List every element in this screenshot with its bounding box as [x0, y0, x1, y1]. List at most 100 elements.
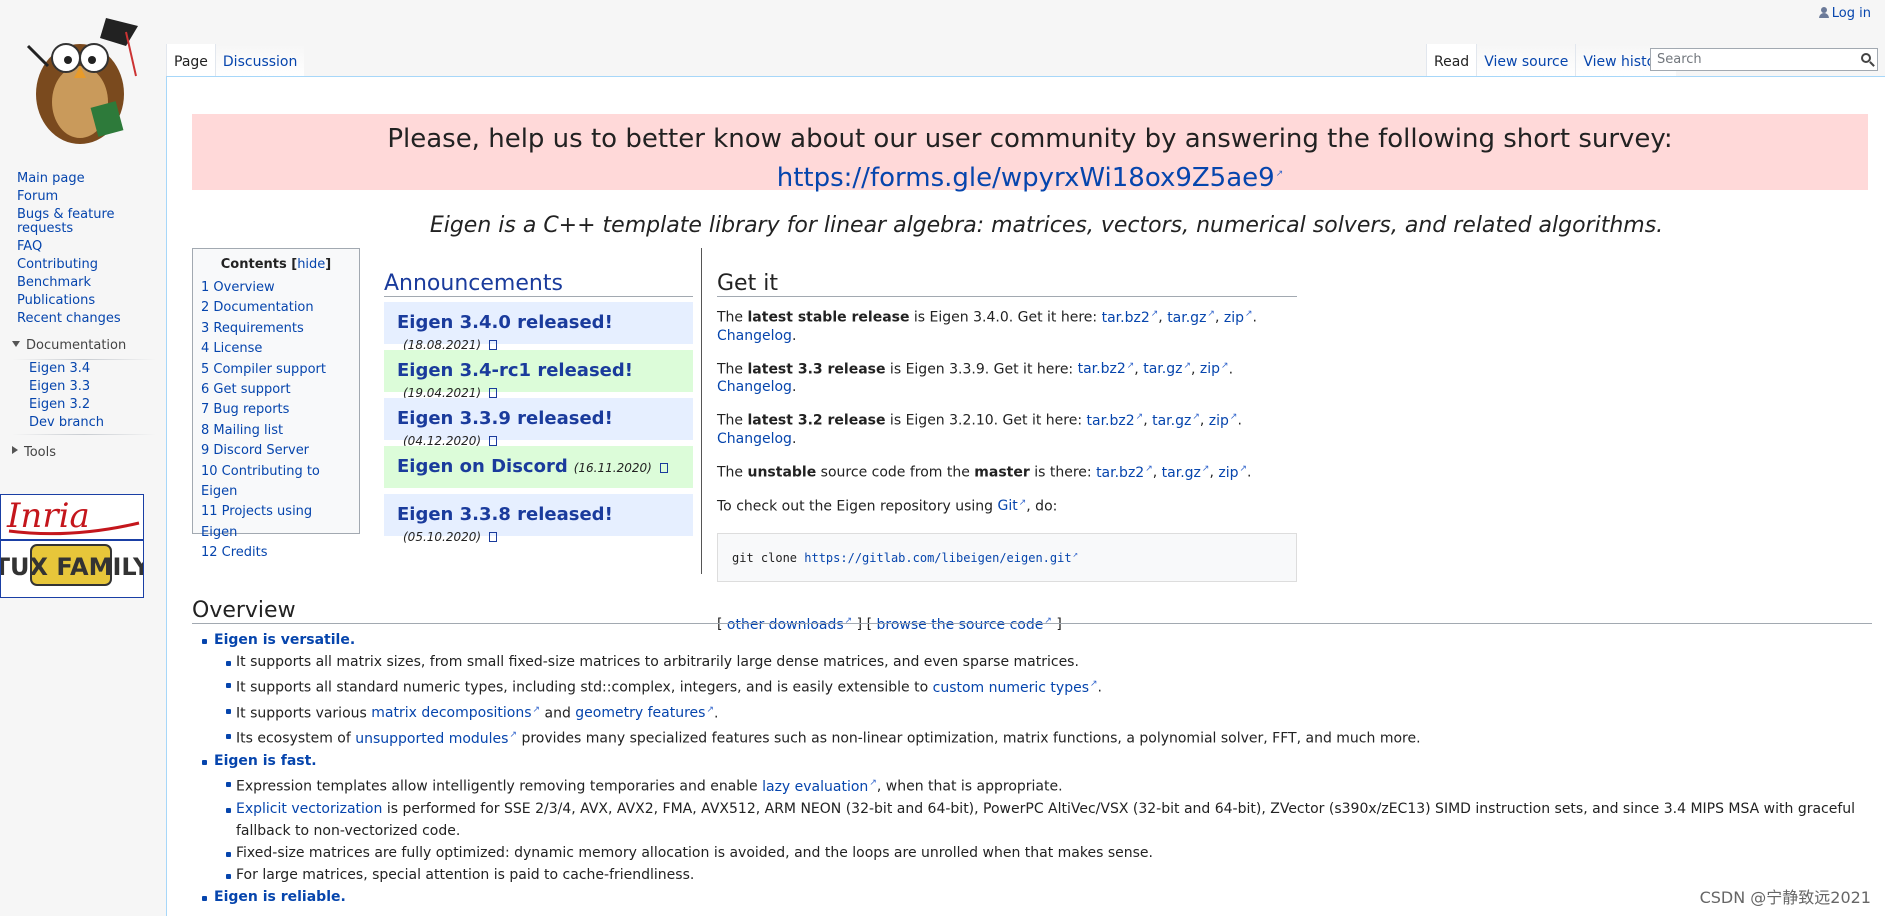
download-tar-bz2-link[interactable]: tar.bz2 — [1078, 361, 1135, 377]
search-icon[interactable] — [1861, 53, 1871, 63]
tab-page-label: Page — [174, 54, 208, 70]
tab-page[interactable]: Page — [166, 44, 215, 77]
explicit-vectorization-link[interactable]: Explicit vectorization — [236, 801, 382, 817]
download-tar-gz-link[interactable]: tar.gz — [1143, 361, 1191, 377]
download-tar-bz2-link[interactable]: tar.bz2 — [1087, 413, 1144, 429]
git-repo-url-link[interactable]: https://gitlab.com/libeigen/eigen.git — [804, 551, 1078, 565]
announcement-item[interactable]: Eigen 3.3.9 released!(04.12.2020) — [384, 398, 693, 448]
sidebar-item-recent-changes[interactable]: Recent changes — [17, 311, 121, 326]
download-tar-gz-link[interactable]: tar.gz — [1152, 413, 1200, 429]
download-tar-gz-link[interactable]: tar.gz — [1167, 310, 1215, 326]
download-tar-bz2-link[interactable]: tar.bz2 — [1102, 310, 1159, 326]
unsupported-modules-link[interactable]: unsupported modules — [355, 731, 517, 747]
sidebar-item-dev-branch[interactable]: Dev branch — [29, 415, 104, 430]
sidebar-item-forum[interactable]: Forum — [17, 189, 58, 204]
tab-view-source[interactable]: View source — [1476, 44, 1576, 77]
eigen-owl-logo[interactable] — [8, 6, 158, 146]
sidebar-item-publications[interactable]: Publications — [17, 293, 95, 308]
download-zip-link[interactable]: zip — [1224, 310, 1253, 326]
toc-item[interactable]: 8 Mailing list — [201, 423, 283, 438]
announcement-item[interactable]: Eigen 3.3.8 released! (05.10.2020) — [384, 494, 693, 544]
download-tar-gz-link[interactable]: tar.gz — [1162, 465, 1210, 481]
namespace-tabs: Page Discussion — [166, 44, 305, 77]
tab-read-label: Read — [1434, 54, 1470, 70]
lazy-evaluation-link[interactable]: lazy evaluation — [762, 779, 877, 795]
toc-hide-link[interactable]: hide — [297, 257, 325, 272]
search-input[interactable]: Search — [1650, 48, 1878, 71]
toc-item[interactable]: 1 Overview — [201, 280, 275, 295]
sidebar-item-faq[interactable]: FAQ — [17, 239, 42, 254]
csdn-watermark: CSDN @宁静致远2021 — [1699, 888, 1871, 907]
toc-item[interactable]: 7 Bug reports — [201, 402, 289, 417]
user-icon — [1818, 7, 1829, 18]
changelog-link[interactable]: Changelog — [717, 379, 792, 395]
announcement-label: Eigen 3.3.8 released! — [397, 504, 613, 525]
announcement-date: (05.10.2020) — [403, 530, 482, 544]
announcement-item[interactable]: Eigen 3.4-rc1 released!(19.04.2021) — [384, 350, 693, 400]
inria-logo[interactable]: Inria — [0, 494, 144, 540]
sidebar-item-eigen-3-2[interactable]: Eigen 3.2 — [29, 397, 90, 412]
download-tar-bz2-link[interactable]: tar.bz2 — [1096, 465, 1153, 481]
tuxfamily-logo-text: TUX FAMILY — [1, 553, 143, 581]
reliable-link[interactable]: Eigen is reliable. — [214, 889, 346, 905]
toc-item[interactable]: 4 License — [201, 341, 262, 356]
git-link[interactable]: Git — [998, 498, 1027, 514]
toc-item[interactable]: 9 Discord Server — [201, 443, 309, 458]
versatile-link[interactable]: Eigen is versatile. — [214, 632, 355, 648]
tools-portal-toggle[interactable]: Tools — [0, 435, 166, 464]
tuxfamily-logo[interactable]: TUX FAMILY — [0, 540, 151, 598]
toc-item[interactable]: 5 Compiler support — [201, 362, 326, 377]
announcement-item[interactable]: Eigen on Discord (16.11.2020) — [384, 446, 693, 488]
list-item: For large matrices, special attention is… — [226, 864, 1872, 886]
download-zip-link[interactable]: zip — [1209, 413, 1238, 429]
login-link[interactable]: Log in — [1832, 6, 1871, 21]
toc-item[interactable]: 11 Projects using Eigen — [201, 504, 312, 539]
list-item: It supports all matrix sizes, from small… — [226, 651, 1872, 673]
toc-item[interactable]: 10 Contributing to Eigen — [201, 464, 320, 499]
documentation-portal-toggle[interactable]: Documentation — [0, 328, 166, 357]
toc-item[interactable]: 3 Requirements — [201, 321, 304, 336]
announcement-date: (16.11.2020) — [573, 461, 652, 475]
announcement-label: Eigen on Discord — [397, 456, 568, 477]
geometry-features-link[interactable]: geometry features — [575, 705, 714, 721]
main-content: Please, help us to better know about our… — [166, 76, 1885, 916]
column-divider — [701, 248, 702, 574]
sidebar-navigation: Main page Forum Bugs & feature requests … — [0, 170, 166, 328]
document-icon — [489, 340, 498, 350]
announcement-item[interactable]: Eigen 3.4.0 released!(18.08.2021) — [384, 302, 693, 352]
changelog-link[interactable]: Changelog — [717, 431, 792, 447]
download-zip-link[interactable]: zip — [1200, 361, 1229, 377]
sidebar-item-bugs[interactable]: Bugs & feature requests — [17, 207, 115, 236]
tools-label: Tools — [24, 445, 57, 460]
announcement-label: Eigen 3.4.0 released! — [397, 312, 613, 333]
toc-item[interactable]: 2 Documentation — [201, 300, 314, 315]
sidebar-item-eigen-3-3[interactable]: Eigen 3.3 — [29, 379, 90, 394]
tab-read[interactable]: Read — [1426, 44, 1477, 77]
release-line-3-3: The latest 3.3 release is Eigen 3.3.9. G… — [717, 357, 1297, 397]
toc-item[interactable]: 12 Credits — [201, 545, 268, 560]
custom-numeric-types-link[interactable]: custom numeric types — [933, 680, 1098, 696]
announcement-label: Eigen 3.4-rc1 released! — [397, 360, 633, 381]
toc-title: Contents — [220, 257, 287, 272]
sidebar-item-main-page[interactable]: Main page — [17, 171, 85, 186]
checkout-line: To check out the Eigen repository using … — [717, 494, 1297, 516]
sidebar-item-benchmark[interactable]: Benchmark — [17, 275, 91, 290]
fast-link[interactable]: Eigen is fast. — [214, 753, 317, 769]
toc-item[interactable]: 6 Get support — [201, 382, 291, 397]
list-item: It supports various matrix decomposition… — [226, 699, 1872, 725]
document-icon — [659, 463, 668, 473]
tab-discussion[interactable]: Discussion — [214, 44, 305, 77]
matrix-decompositions-link[interactable]: matrix decompositions — [371, 705, 540, 721]
search-placeholder: Search — [1657, 52, 1702, 67]
sidebar-item-eigen-3-4[interactable]: Eigen 3.4 — [29, 361, 90, 376]
announcement-label: Eigen 3.3.9 released! — [397, 408, 613, 429]
survey-link[interactable]: https://forms.gle/wpyrxWi18ox9Z5ae9 — [777, 163, 1284, 193]
list-item: Fixed-size matrices are fully optimized:… — [226, 842, 1872, 864]
survey-banner: Please, help us to better know about our… — [192, 114, 1868, 193]
sidebar-item-contributing[interactable]: Contributing — [17, 257, 98, 272]
changelog-link[interactable]: Changelog — [717, 328, 792, 344]
download-zip-link[interactable]: zip — [1218, 465, 1247, 481]
git-clone-command: git clone https://gitlab.com/libeigen/ei… — [717, 533, 1297, 583]
list-item: Eigen is versatile. It supports all matr… — [192, 629, 1872, 750]
document-icon — [489, 388, 498, 398]
